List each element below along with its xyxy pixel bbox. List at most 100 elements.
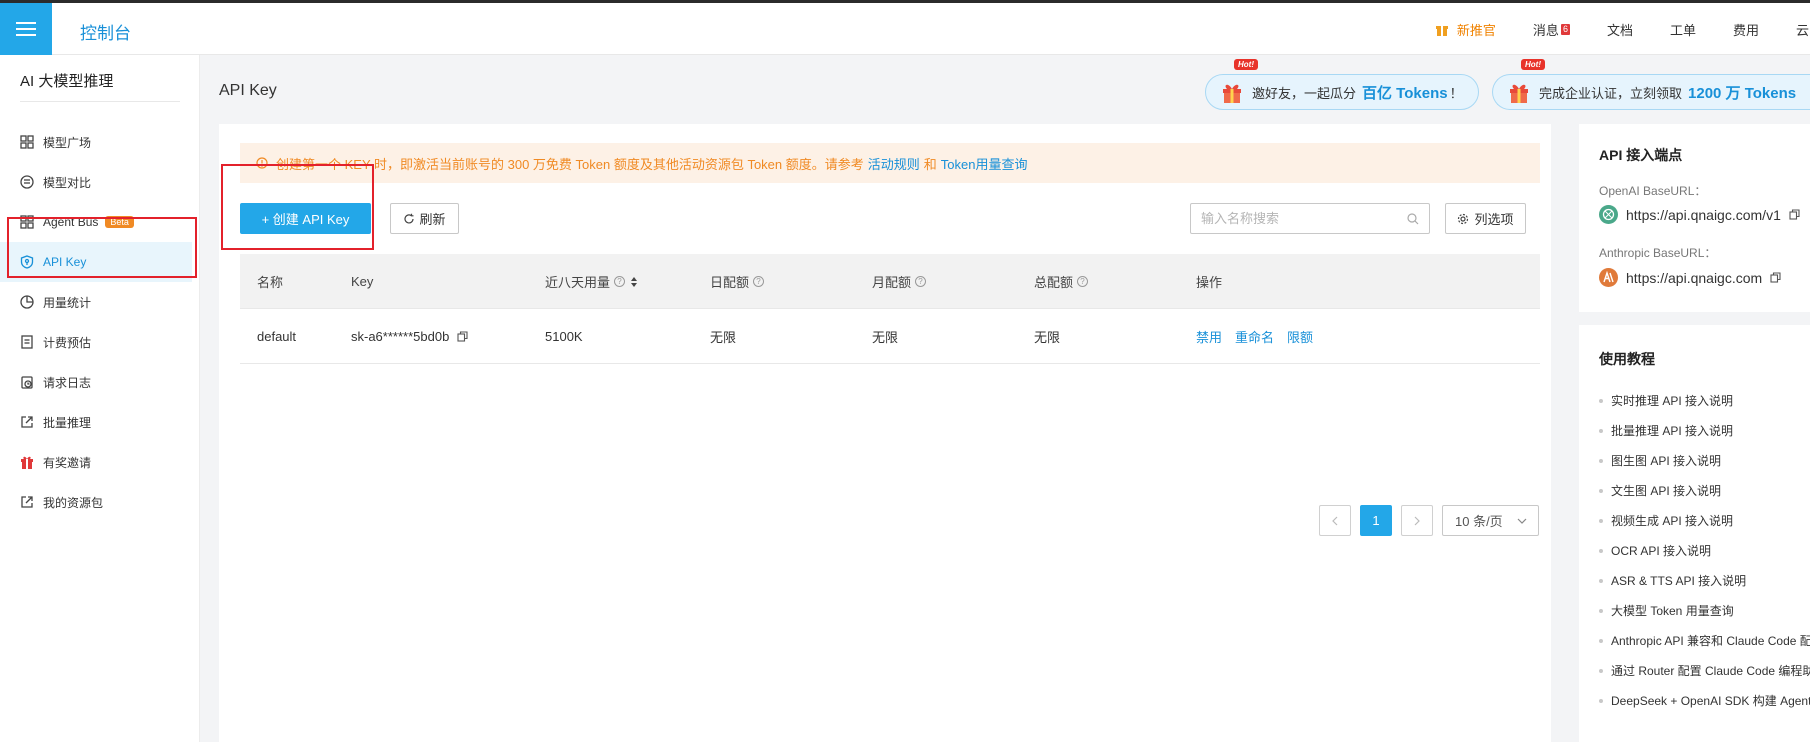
top-nav-tickets[interactable]: 工单 — [1670, 20, 1696, 39]
sidebar-item-label: Agent Bus — [43, 215, 99, 229]
tutorials-card: 使用教程 实时推理 API 接入说明 批量推理 API 接入说明 图生图 API… — [1579, 325, 1810, 742]
tutorial-link[interactable]: ASR & TTS API 接入说明 — [1599, 572, 1746, 589]
sidebar-item-label: 用量统计 — [43, 295, 92, 310]
copy-icon[interactable] — [1789, 209, 1800, 220]
notice-and: 和 — [923, 156, 937, 172]
notice-text: 创建第一个 KEY 时，即激活当前账号的 300 万免费 Token 额度及其他… — [276, 156, 864, 172]
help-icon[interactable]: ? — [1077, 276, 1089, 287]
gift-icon — [21, 456, 33, 469]
promo-text: 完成企业认证，立刻领取 — [1539, 85, 1683, 101]
openai-baseurl-label: OpenAI BaseURL： — [1599, 184, 1707, 198]
top-nav-label: 新推官 — [1456, 22, 1496, 38]
page-number-button[interactable]: 1 — [1360, 505, 1392, 536]
tutorial-link[interactable]: Anthropic API 兼容和 Claude Code 配置 — [1599, 632, 1810, 649]
help-icon[interactable]: ? — [753, 276, 765, 287]
activity-rules-link[interactable]: 活动规则 — [868, 154, 920, 173]
header-usage[interactable]: 近八天用量 ? — [545, 254, 638, 309]
menu-toggle-button[interactable] — [0, 3, 52, 55]
top-nav-label: 消息 — [1532, 22, 1559, 38]
sidebar-item-label: 我的资源包 — [43, 495, 104, 510]
rename-link[interactable]: 重命名 — [1235, 327, 1274, 346]
name-search-field[interactable] — [1190, 203, 1430, 234]
external-icon — [21, 416, 33, 428]
header-name: 名称 — [257, 254, 283, 309]
key-value: sk-a6******5bd0b — [351, 329, 450, 344]
console-brand[interactable]: 控制台 — [80, 19, 131, 44]
page-size-select[interactable]: 10 条/页 — [1442, 505, 1539, 536]
top-nav-billing[interactable]: 费用 — [1733, 20, 1759, 39]
sidebar-item-billing-estimate[interactable]: 计费预估 — [0, 322, 192, 362]
copy-icon[interactable] — [1770, 272, 1781, 283]
tutorial-link[interactable]: 实时推理 API 接入说明 — [1599, 392, 1733, 409]
cell-actions: 禁用 重命名 限额 — [1196, 309, 1326, 364]
chevron-right-icon — [1414, 516, 1420, 525]
sidebar-item-model-compare[interactable]: 模型对比 — [0, 162, 192, 202]
notice-banner: 创建第一个 KEY 时，即激活当前账号的 300 万免费 Token 额度及其他… — [240, 143, 1540, 183]
hamburger-icon — [16, 22, 36, 36]
tutorial-link[interactable]: DeepSeek + OpenAI SDK 构建 Agent — [1599, 692, 1810, 709]
header-label: 操作 — [1196, 275, 1223, 290]
table-header: 名称 Key 近八天用量 ? 日配额 ? 月配额 ? 总配额 ? 操作 — [240, 254, 1540, 309]
openai-logo-icon — [1599, 205, 1618, 224]
header-actions: 操作 — [1196, 254, 1222, 309]
sidebar-item-batch-inference[interactable]: 批量推理 — [0, 402, 192, 442]
tutorial-link[interactable]: 大模型 Token 用量查询 — [1599, 602, 1734, 619]
sidebar-item-model-square[interactable]: 模型广场 — [0, 122, 192, 162]
header-label: 总配额 — [1034, 275, 1074, 290]
refresh-button[interactable]: 刷新 — [390, 203, 459, 234]
refresh-label: 刷新 — [419, 212, 446, 227]
page-title: API Key — [219, 82, 277, 99]
promo-text: 邀好友，一起瓜分 — [1252, 85, 1357, 101]
column-options-button[interactable]: 列选项 — [1445, 203, 1526, 234]
top-nav-docs[interactable]: 文档 — [1607, 20, 1633, 39]
anthropic-baseurl-value: https://api.qnaigc.com — [1626, 269, 1763, 286]
header-daily-quota: 日配额 ? — [710, 254, 765, 309]
tutorial-link[interactable]: 图生图 API 接入说明 — [1599, 452, 1721, 469]
top-nav-messages[interactable]: 消息 6 — [1533, 20, 1570, 39]
alert-circle-icon — [256, 157, 268, 169]
promo-invite-friends[interactable]: Hot! 邀好友，一起瓜分 百亿 Tokens ！ — [1205, 59, 1479, 110]
sidebar-item-resource-packs[interactable]: 我的资源包 — [0, 482, 192, 522]
tutorial-link[interactable]: OCR API 接入说明 — [1599, 542, 1711, 559]
sidebar-item-agent-bus[interactable]: Agent Bus Beta — [0, 202, 192, 242]
help-icon[interactable]: ? — [614, 276, 626, 287]
token-usage-link[interactable]: Token用量查询 — [941, 154, 1028, 173]
promo-enterprise-auth[interactable]: Hot! 完成企业认证，立刻领取 1200 万 Tokens — [1492, 59, 1810, 110]
tutorial-link[interactable]: 批量推理 API 接入说明 — [1599, 422, 1733, 439]
help-icon[interactable]: ? — [915, 276, 927, 287]
sidebar-item-label: 模型广场 — [43, 135, 92, 150]
shield-key-icon — [20, 255, 34, 269]
compare-icon — [20, 175, 34, 189]
limit-link[interactable]: 限额 — [1287, 327, 1313, 346]
sidebar-item-label: 请求日志 — [43, 375, 92, 390]
sidebar-item-referral[interactable]: 有奖邀请 — [0, 442, 192, 482]
gift-icon — [1510, 84, 1528, 103]
create-api-key-button[interactable]: + 创建 API Key — [240, 203, 371, 234]
refresh-icon — [404, 213, 415, 223]
copy-icon[interactable] — [457, 331, 468, 342]
search-input[interactable] — [1201, 211, 1407, 226]
top-nav-cloud[interactable]: 云 — [1796, 20, 1810, 39]
sort-icon[interactable] — [630, 276, 638, 288]
top-bar: 控制台 新推官 消息 6 文档 工单 费用 云 — [0, 3, 1810, 55]
top-nav-promoter[interactable]: 新推官 — [1435, 20, 1496, 39]
cell-usage: 5100K — [545, 329, 583, 344]
divider — [20, 101, 180, 102]
cell-monthly-quota: 无限 — [872, 330, 899, 345]
next-page-button[interactable] — [1401, 505, 1433, 536]
prev-page-button[interactable] — [1319, 505, 1351, 536]
hot-badge: Hot! — [1234, 59, 1258, 70]
sidebar-item-request-log[interactable]: 请求日志 — [0, 362, 192, 402]
document-icon — [21, 335, 33, 349]
tutorial-link[interactable]: 视频生成 API 接入说明 — [1599, 512, 1733, 529]
disable-link[interactable]: 禁用 — [1196, 327, 1222, 346]
sidebar-item-api-key[interactable]: API Key — [0, 242, 192, 282]
sidebar-item-label: 计费预估 — [43, 335, 92, 350]
cell-total-quota: 无限 — [1034, 330, 1061, 345]
column-options-label: 列选项 — [1474, 212, 1514, 227]
tutorial-link[interactable]: 文生图 API 接入说明 — [1599, 482, 1721, 499]
sidebar-item-usage-stats[interactable]: 用量统计 — [0, 282, 192, 322]
tutorial-link[interactable]: 通过 Router 配置 Claude Code 编程助手 — [1599, 662, 1810, 679]
hot-badge: Hot! — [1521, 59, 1545, 70]
beta-badge: Beta — [105, 216, 134, 228]
